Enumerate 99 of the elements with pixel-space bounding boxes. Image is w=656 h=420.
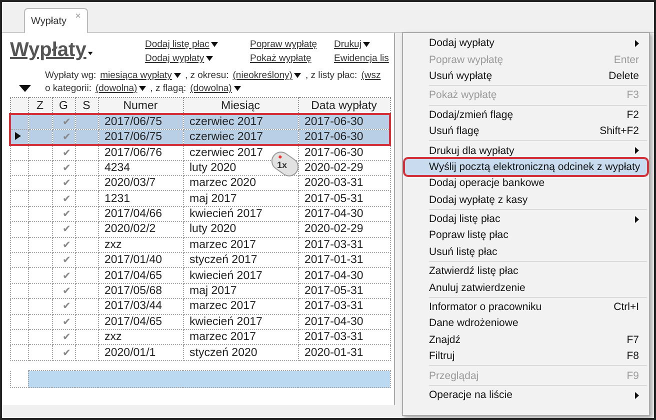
caret-icon [294,72,302,78]
click-count: 1x [277,160,288,170]
table-cell: 2020/01/1 [98,344,183,360]
toolbar-link[interactable]: Pokaż wypłatę [250,53,334,67]
toolbar-link[interactable]: Dodaj listę płac [145,39,250,53]
table-cell: 2020-02-29 [298,222,390,238]
menu-item[interactable]: Dodaj listę płac [405,210,647,228]
check-icon: ✔ [62,255,70,266]
filter-label: Wypłaty wg: [45,70,96,81]
table-row[interactable]: ✔ 1231 maj 2017 2017-05-31 [10,190,390,206]
column-header[interactable]: Numer [98,98,183,114]
filter-label: , z flagą: [150,83,186,94]
check-icon: ✔ [62,194,70,205]
table-row[interactable]: ✔ 2017/05/68 maj 2017 2017-05-31 [10,283,390,299]
check-icon: ✔ [62,286,70,297]
filter-link[interactable]: (wsz [361,70,381,81]
table-cell: 2020/02/2 [98,222,183,238]
table-row[interactable]: ✔ 2017/04/66 kwiecień 2017 2017-04-30 [10,206,390,222]
toolbar-link[interactable]: Ewidencja lis [334,53,394,67]
check-icon: ✔ [62,116,70,128]
table-cell: 1231 [98,190,183,206]
caret-icon [139,86,146,91]
toolbar-link[interactable]: Popraw wypłatę [250,39,334,53]
filter-link[interactable]: (dowolna) [190,83,241,94]
table-row[interactable]: ✔ zxz marzec 2017 2017-03-31 [10,237,390,253]
page-title[interactable]: Wypłaty [10,39,86,62]
filter-label: , z okresu: [184,70,229,81]
menu-item[interactable]: Dane wdrożeniowe [405,315,647,332]
menu-item[interactable]: Usuń flagę Shift+F2 [405,122,647,140]
table-row[interactable]: ✔ 2017/03/44 marzec 2017 2017-03-31 [10,298,390,314]
column-header[interactable]: G [52,98,75,114]
toolbar-link[interactable]: Dodaj wypłaty [145,53,250,67]
table-row[interactable]: ✔ 2017/06/75 czerwiec 2017 2017-06-30 [10,114,390,130]
table-row[interactable]: ✔ 2020/03/7 marzec 2020 2020-03-31 [10,176,390,191]
table-row[interactable]: ✔ 2017/04/65 kwiecień 2017 2017-04-30 [10,314,390,330]
table-row[interactable]: ✔ 2017/01/40 styczeń 2017 2017-01-31 [10,252,390,268]
table-cell: styczeń 2020 [183,344,298,360]
check-icon: ✔ [62,162,70,174]
check-icon: ✔ [62,316,70,328]
check-icon: ✔ [62,301,70,312]
table-cell: 2017/03/44 [98,298,183,314]
check-icon: ✔ [62,132,70,143]
table-row[interactable]: ✔ 2017/06/75 czerwiec 2017 2017-06-30 [10,129,390,145]
toolbar-link[interactable]: Drukuj [334,39,394,53]
menu-item[interactable]: Filtruj F8 [405,348,647,364]
filter-label: , z listy płac: [305,70,358,81]
filter-link[interactable]: (nieokreślony) [232,70,302,81]
check-icon: ✔ [62,148,70,159]
check-icon: ✔ [62,178,70,190]
table-cell: luty 2020 [183,222,298,238]
table-cell: 2017-05-31 [298,190,390,206]
menu-item[interactable]: Usuń wypłatę Delete [405,68,647,84]
menu-item[interactable]: Usuń listę płac [405,244,647,260]
menu-item[interactable]: Dodaj operacje bankowe [405,175,647,192]
column-header[interactable]: Z [28,98,52,114]
menu-item[interactable]: Dodaj/zmień flagę F2 [405,106,647,123]
collapse-icon[interactable] [19,84,31,92]
menu-item[interactable]: Anuluj zatwierdzenie [405,279,647,296]
check-icon: ✔ [62,209,70,220]
check-icon: ✔ [62,348,70,359]
table-row[interactable]: ✔ zxz marzec 2017 2017-03-31 [10,329,390,345]
table-cell: 2017-04-30 [298,314,390,330]
filter-link[interactable]: (dowolna) [95,83,146,94]
caret-icon [234,86,241,91]
caret-icon [174,72,181,78]
filter-label: o kategorii: [45,83,92,94]
column-header[interactable]: S [75,98,98,114]
menu-item[interactable]: Dodaj wypłatę z kasy [405,192,647,208]
caret-icon[interactable] [88,51,93,56]
table-cell: 2017-06-30 [298,144,390,160]
table-cell: kwiecień 2017 [183,314,298,330]
menu-item[interactable]: Zatwierdź listę płac [405,263,647,280]
table-cell: 2017/06/76 [98,144,183,160]
table-cell: 2017/04/65 [98,314,183,330]
check-icon: ✔ [62,224,70,236]
table-cell: 2017-04-30 [298,268,390,284]
filter-link[interactable]: miesiąca wypłaty [100,70,181,81]
menu-item[interactable]: Informator o pracowniku Ctrl+I [405,298,647,316]
check-icon: ✔ [62,240,70,251]
table-cell: maj 2017 [183,190,298,206]
column-header[interactable]: Data wypłaty [298,98,390,114]
menu-item[interactable]: Popraw listę płac [405,227,647,244]
menu-item[interactable]: Dodaj wypłaty [405,35,647,52]
tab[interactable]: Wypłaty × [24,8,88,33]
table-cell: 2017-03-31 [298,298,390,314]
table-cell: kwiecień 2017 [183,268,298,284]
menu-item[interactable]: Wyślij pocztą elektroniczną odcinek z wypłaty [405,158,647,176]
check-icon: ✔ [62,332,70,344]
table-row[interactable]: ✔ 2020/02/2 luty 2020 2020-02-29 [10,222,390,238]
menu-item[interactable]: Drukuj dla wypłaty [405,142,647,159]
check-icon: ✔ [62,270,70,282]
menu-item[interactable]: Znajdź F7 [405,332,647,348]
table-cell: marzec 2017 [183,298,298,314]
table-cell: 2020-01-31 [298,344,390,360]
table-row[interactable]: ✔ 2017/04/65 kwiecień 2017 2017-04-30 [10,268,390,284]
column-header[interactable]: Miesiąc [183,98,298,114]
menu-item[interactable]: Operacje na liście [405,386,647,404]
table-row[interactable]: ✔ 2020/01/1 styczeń 2020 2020-01-31 [10,344,390,360]
table-cell: 2017/04/65 [98,268,183,284]
